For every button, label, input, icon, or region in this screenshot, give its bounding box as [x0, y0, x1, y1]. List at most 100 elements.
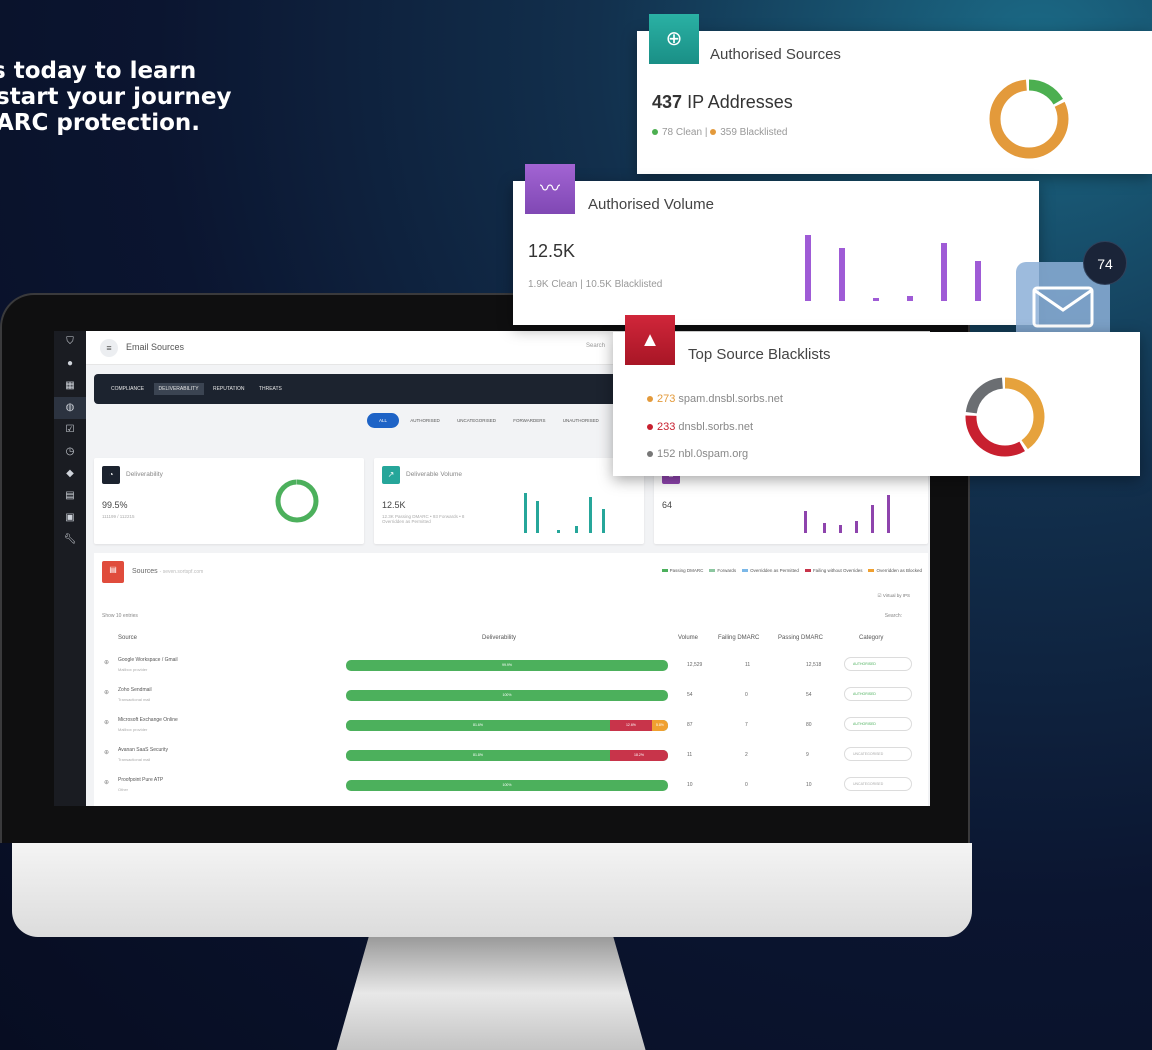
gauge-icon: ◔: [102, 466, 120, 484]
expand-icon[interactable]: ⊕: [104, 779, 109, 786]
authorised-sources-title: Authorised Sources: [710, 46, 841, 63]
shield-icon[interactable]: ⛉: [54, 331, 86, 353]
deliverable-volume-sub: 12.3K Passing DMARC • 93 Forwards • 8 Ov…: [382, 514, 465, 524]
sources-legend: Passing DMARC Forwards Overridden as Permi…: [656, 568, 922, 573]
expand-icon[interactable]: ⊕: [104, 659, 109, 666]
tab-threats[interactable]: THREATS: [254, 383, 287, 395]
passing-cell: 54: [806, 692, 812, 698]
notification-badge: 74: [1083, 241, 1127, 285]
table-search[interactable]: Search:: [885, 613, 902, 619]
deliverability-sub: 111199 / 112215: [102, 514, 135, 519]
passing-cell: 10: [806, 782, 812, 788]
expand-icon[interactable]: ⊕: [104, 719, 109, 726]
nav-rail: ⛉ ● ▦ ◍ ☑ ◷ ◆ ▤ ▣ 🔧︎: [54, 331, 86, 806]
table-row[interactable]: ⊕ Avanan SaaS Security Transactional mai…: [94, 743, 928, 775]
failing-cell: 11: [745, 662, 751, 668]
deliverability-bar: 100%: [346, 690, 668, 701]
category-select[interactable]: AUTHORISED: [844, 687, 912, 701]
col-failing[interactable]: Failing DMARC: [718, 635, 759, 641]
volume-bar: [941, 242, 947, 301]
top-blacklists-donut: [965, 377, 1045, 457]
source-type: Mailbox provider: [118, 667, 148, 672]
filter-pills: ALL AUTHORISED UNCATEGORISED FORWARDERS …: [367, 413, 609, 428]
blocked-volume-value: 64: [662, 500, 673, 510]
chart-line-icon: ↗: [382, 466, 400, 484]
deliverable-volume-card: ↗ Deliverable Volume 12.5K 12.3K Passing…: [374, 458, 644, 544]
authorised-volume-value: 12.5K: [528, 241, 576, 261]
headline-line-1: s today to learn: [0, 58, 197, 84]
col-deliverability[interactable]: Deliverability: [482, 635, 516, 641]
expand-icon[interactable]: ⊕: [104, 689, 109, 696]
monitor-chin: [12, 843, 972, 937]
grid-icon[interactable]: ▦: [54, 375, 86, 397]
table-row[interactable]: ⊕ Microsoft Exchange Online Mailbox prov…: [94, 713, 928, 745]
col-passing[interactable]: Passing DMARC: [778, 635, 823, 641]
category-select[interactable]: AUTHORISED: [844, 717, 912, 731]
filter-authorised[interactable]: AUTHORISED: [404, 414, 446, 427]
table-icon: ▤: [102, 561, 124, 583]
col-category[interactable]: Category: [859, 635, 883, 641]
volume-bar: [873, 298, 879, 301]
tab-reputation[interactable]: REPUTATION: [208, 383, 249, 395]
bar-segment: 5.8%: [651, 720, 668, 731]
volume-cell: 54: [687, 692, 693, 698]
bar-segment: 81.8%: [346, 750, 611, 761]
clock-icon[interactable]: ◷: [54, 441, 86, 463]
category-select[interactable]: UNCATEGORISED: [844, 777, 912, 791]
user-icon[interactable]: ●: [54, 353, 86, 375]
bar-segment: 99.9%: [346, 660, 668, 671]
filter-unauthorised[interactable]: UNAUTHORISED: [557, 414, 605, 427]
table-row[interactable]: ⊕ Proofpoint Pure ATP Other 100% 10 0 10…: [94, 773, 928, 805]
failing-cell: 0: [745, 782, 748, 788]
expand-icon[interactable]: ⊕: [104, 749, 109, 756]
globe-icon[interactable]: ◍: [54, 397, 86, 419]
volume-bar: [975, 261, 981, 301]
settings-icon[interactable]: ▣: [54, 507, 86, 529]
deliverability-bar: 100%: [346, 780, 668, 791]
authorised-sources-donut: [989, 79, 1069, 159]
category-select[interactable]: AUTHORISED: [844, 657, 912, 671]
filter-uncategorised[interactable]: UNCATEGORISED: [451, 414, 502, 427]
search-input[interactable]: Search: [586, 343, 605, 349]
bar-segment: 100%: [346, 690, 668, 701]
blacklist-item: 233 dnsbl.sorbs.net: [647, 421, 753, 433]
authorised-volume-breakdown: 1.9K Clean | 10.5K Blacklisted: [528, 279, 663, 290]
failing-cell: 2: [745, 752, 748, 758]
category-select[interactable]: UNCATEGORISED: [844, 747, 912, 761]
passing-cell: 80: [806, 722, 812, 728]
menu-icon[interactable]: ≡: [100, 339, 118, 357]
virtual-filter-checkbox[interactable]: ☑ Virtual by IPS: [878, 593, 910, 599]
source-type: Transactional mail: [118, 757, 151, 762]
deliverable-volume-label: Deliverable Volume: [406, 471, 463, 478]
source-name: Avanan SaaS Security: [118, 747, 168, 753]
show-entries[interactable]: Show 10 entries: [102, 613, 138, 619]
authorised-sources-card: ⊕ Authorised Sources 437 IP Addresses 78…: [637, 14, 1152, 174]
legend-item: Forwards: [703, 568, 736, 573]
authorised-sources-value: 437 IP Addresses: [652, 92, 793, 112]
bar-segment: 81.6%: [346, 720, 611, 731]
table-header: Source Deliverability Volume Failing DMA…: [94, 633, 928, 647]
tab-compliance[interactable]: COMPLIANCE: [106, 383, 149, 395]
volume-bar: [839, 248, 845, 301]
source-name: Proofpoint Pure ATP: [118, 777, 164, 783]
table-row[interactable]: ⊕ Google Workspace / Gmail Mailbox provi…: [94, 653, 928, 685]
source-name: Google Workspace / Gmail: [118, 657, 178, 663]
col-source[interactable]: Source: [118, 635, 137, 641]
deliverability-ring: [275, 479, 319, 523]
authorised-volume-card: 〰 Authorised Volume 12.5K 1.9K Clean | 1…: [513, 164, 1039, 325]
envelope-icon: [1032, 286, 1094, 328]
check-icon[interactable]: ☑: [54, 419, 86, 441]
doc-icon[interactable]: ▤: [54, 485, 86, 507]
col-volume[interactable]: Volume: [678, 635, 698, 641]
table-row[interactable]: ⊕ Zoho Sendmail Transactional mail 100% …: [94, 683, 928, 715]
source-type: Transactional mail: [118, 697, 151, 702]
wrench-icon[interactable]: 🔧︎: [54, 529, 86, 551]
legend-item: Failing without Overrides: [799, 568, 862, 573]
deliverability-bar: 81.8% 18.2%: [346, 750, 668, 761]
tab-deliverability[interactable]: DELIVERABILITY: [153, 383, 204, 395]
filter-all[interactable]: ALL: [367, 413, 400, 428]
page-title: Email Sources: [126, 342, 185, 352]
diamond-icon[interactable]: ◆: [54, 463, 86, 485]
filter-forwarders[interactable]: FORWARDERS: [507, 414, 551, 427]
volume-bar: [805, 235, 811, 301]
